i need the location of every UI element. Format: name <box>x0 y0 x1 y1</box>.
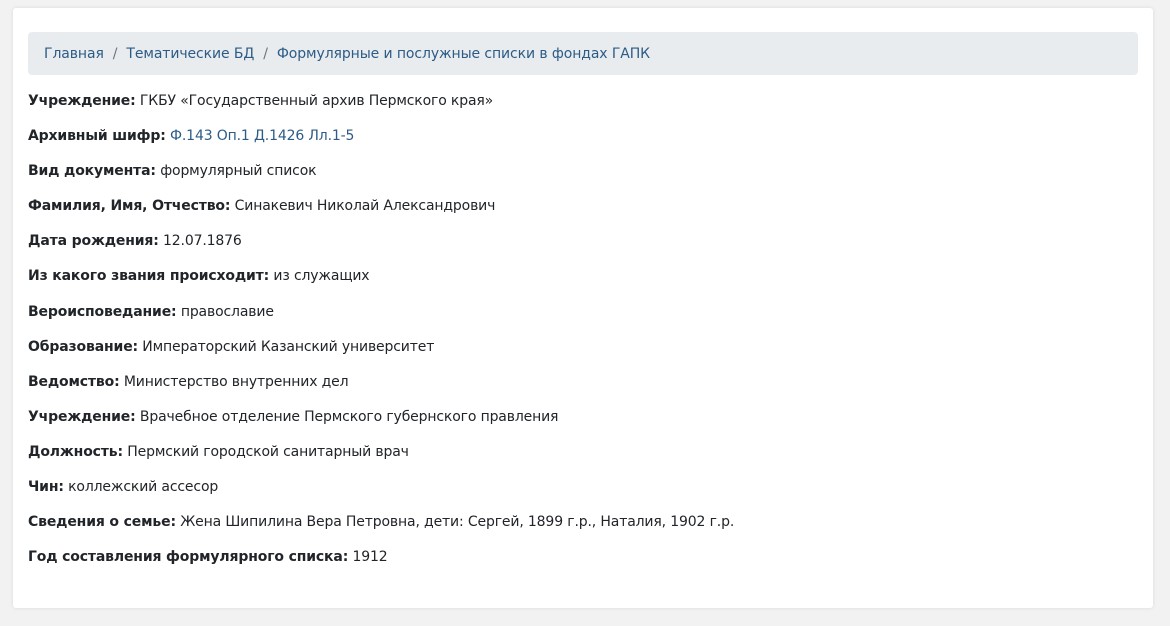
field-department: Ведомство: Министерство внутренних дел <box>28 373 734 408</box>
field-position: Должность: Пермский городской санитарный… <box>28 443 734 478</box>
field-label: Дата рождения: <box>28 233 159 250</box>
field-employer: Учреждение: Врачебное отделение Пермског… <box>28 408 734 443</box>
field-value: Жена Шипилина Вера Петровна, дети: Серге… <box>180 514 735 531</box>
breadcrumb-home-link[interactable]: Главная <box>44 46 104 62</box>
field-label: Учреждение: <box>28 93 136 109</box>
field-birth-date: Дата рождения: 12.07.1876 <box>28 232 734 267</box>
breadcrumb: Главная / Тематические БД / Формулярные … <box>28 32 1138 75</box>
field-value: Императорский Казанский университет <box>142 338 435 355</box>
field-label: Чин: <box>28 479 64 496</box>
archive-code-link[interactable]: Ф.143 Оп.1 Д.1426 Лл.1-5 <box>170 128 354 144</box>
field-value: Пермский городской санитарный врач <box>127 443 409 460</box>
field-value: 12.07.1876 <box>163 233 242 250</box>
field-family: Сведения о семье: Жена Шипилина Вера Пет… <box>28 513 734 548</box>
field-label: Должность: <box>28 443 123 460</box>
field-full-name: Фамилия, Имя, Отчество: Синакевич Никола… <box>28 197 734 232</box>
field-label: Год составления формулярного списка: <box>28 549 349 566</box>
field-value: формулярный список <box>160 163 317 180</box>
field-value: 1912 <box>352 549 388 566</box>
record-fields: Учреждение: ГКБУ «Государственный архив … <box>28 92 734 583</box>
field-archive-code: Архивный шифр: Ф.143 Оп.1 Д.1426 Лл.1-5 <box>28 127 734 162</box>
field-value: православие <box>180 303 274 320</box>
field-origin: Из какого звания происходит: из служащих <box>28 267 734 302</box>
field-label: Вероисповедание: <box>28 303 177 320</box>
field-label: Сведения о семье: <box>28 514 176 531</box>
field-institution: Учреждение: ГКБУ «Государственный архив … <box>28 92 734 127</box>
field-value: ГКБУ «Государственный архив Пермского кр… <box>139 93 494 109</box>
field-label: Вид документа: <box>28 163 156 180</box>
field-label: Архивный шифр: <box>28 128 166 145</box>
field-label: Из какого звания происходит: <box>28 268 270 285</box>
field-label: Учреждение: <box>28 408 136 425</box>
field-education: Образование: Императорский Казанский уни… <box>28 338 734 373</box>
breadcrumb-separator: / <box>112 45 118 62</box>
field-religion: Вероисповедание: православие <box>28 303 734 338</box>
record-card: Главная / Тематические БД / Формулярные … <box>13 8 1153 608</box>
breadcrumb-thematic-db-link[interactable]: Тематические БД <box>126 46 254 62</box>
field-value: Министерство внутренних дел <box>123 373 349 390</box>
field-rank: Чин: коллежский ассесор <box>28 478 734 513</box>
field-value: из служащих <box>273 268 370 285</box>
field-value: коллежский ассесор <box>68 479 219 496</box>
field-value: Синакевич Николай Александрович <box>234 198 496 215</box>
breadcrumb-separator: / <box>263 45 268 62</box>
field-doc-type: Вид документа: формулярный список <box>28 162 734 197</box>
field-label: Фамилия, Имя, Отчество: <box>28 198 231 215</box>
field-value: Врачебное отделение Пермского губернског… <box>139 408 559 425</box>
field-label: Образование: <box>28 338 138 355</box>
field-year-compiled: Год составления формулярного списка: 191… <box>28 548 734 583</box>
breadcrumb-current-link[interactable]: Формулярные и послужные списки в фондах … <box>277 46 650 62</box>
field-label: Ведомство: <box>28 373 120 390</box>
